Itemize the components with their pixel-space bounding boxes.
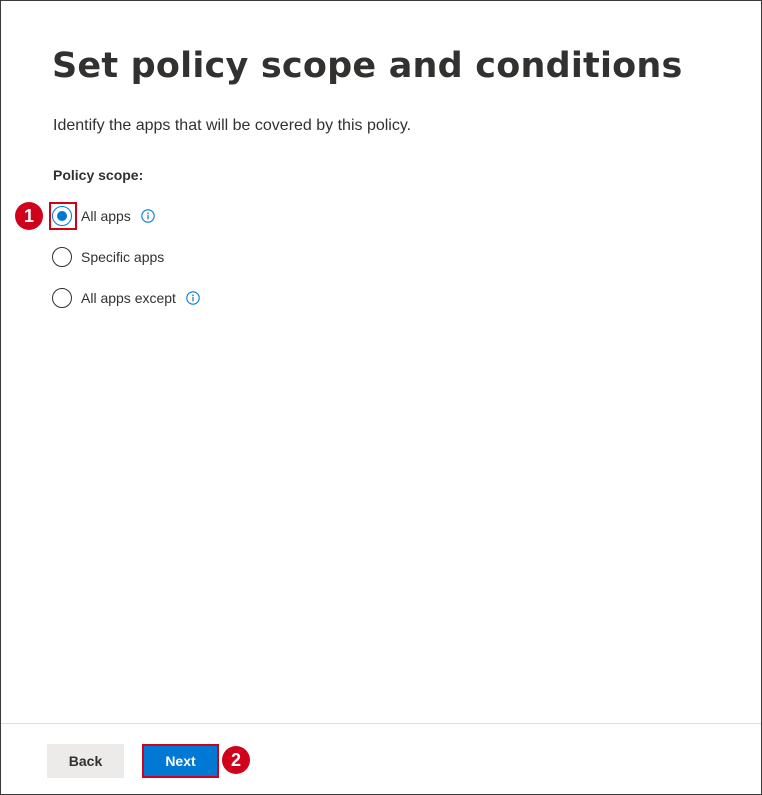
radio-specific-apps[interactable] [52, 247, 72, 267]
footer-divider [1, 723, 761, 724]
radio-label-all-apps-except: All apps except [81, 290, 176, 306]
next-button[interactable]: Next [142, 744, 219, 778]
radio-option-all-apps-except[interactable]: All apps except [52, 287, 200, 309]
radio-label-all-apps: All apps [81, 208, 131, 224]
radio-label-specific-apps: Specific apps [81, 249, 165, 265]
annotation-badge-2: 2 [222, 746, 250, 774]
back-button[interactable]: Back [47, 744, 124, 778]
radio-all-apps-except[interactable] [52, 288, 72, 308]
annotation-highlight-box [49, 202, 77, 230]
info-icon[interactable] [186, 291, 200, 305]
annotation-badge-1: 1 [15, 202, 43, 230]
policy-scope-label: Policy scope: [53, 167, 144, 183]
info-icon[interactable] [141, 209, 155, 223]
page-description: Identify the apps that will be covered b… [53, 117, 412, 134]
page-title: Set policy scope and conditions [52, 46, 683, 86]
radio-option-specific-apps[interactable]: Specific apps [52, 246, 164, 268]
